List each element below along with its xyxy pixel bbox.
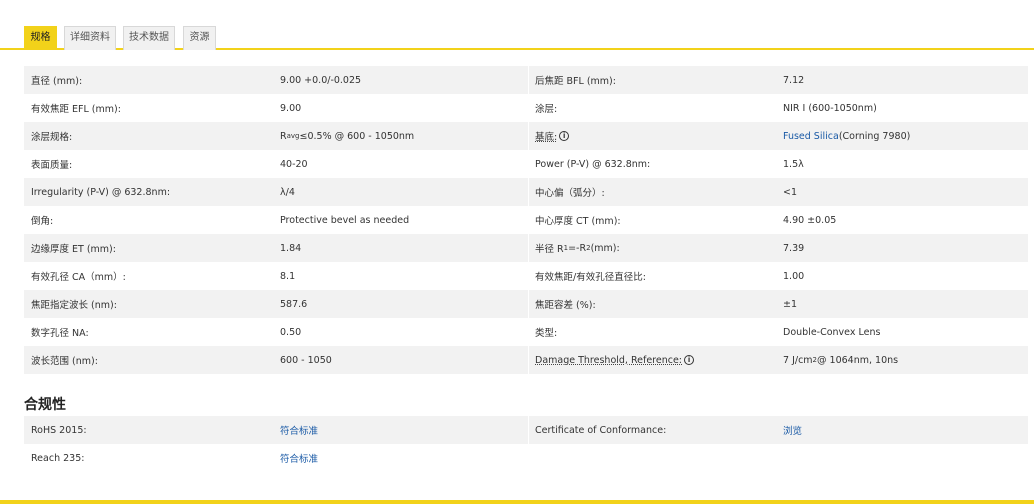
spec-value: <1 (783, 186, 798, 198)
bottom-accent-bar (0, 500, 1034, 504)
table-row: 倒角: Protective bevel as needed 中心厚度 CT (… (24, 206, 1028, 234)
value-part: @ 1064nm, 10ns (817, 354, 899, 366)
compliance-value: 符合标准 (274, 416, 528, 444)
value-subscript: avg (286, 132, 300, 140)
spec-label: 涂层: (528, 94, 777, 122)
spec-label: 直径 (mm): (31, 76, 83, 87)
spec-label: 焦距指定波长 (nm): (31, 300, 117, 311)
table-row: 边缘厚度 ET (mm): 1.84 半径 R 1 =-R 2 (mm): 7.39 (24, 234, 1028, 262)
spec-label: 有效焦距 EFL (mm): (31, 104, 121, 115)
table-row: Irregularity (P-V) @ 632.8nm: λ/4 中心偏（弧分… (24, 178, 1028, 206)
spec-label: 倒角: (31, 216, 54, 227)
spec-label: 边缘厚度 ET (mm): (31, 244, 116, 255)
spec-label: 涂层规格: (31, 132, 73, 143)
substrate-link[interactable]: Fused Silica (783, 131, 839, 142)
specs-table: 直径 (mm): 9.00 +0.0/-0.025 后焦距 BFL (mm): … (24, 66, 1028, 374)
table-row: 数字孔径 NA: 0.50 类型: Double-Convex Lens (24, 318, 1028, 346)
spec-value: 0.50 (280, 326, 302, 338)
value-part: 7 J/cm (783, 354, 813, 366)
spec-label: 类型: (528, 318, 777, 346)
tab-bar: 规格 详细资料 技术数据 资源 (0, 0, 1034, 50)
spec-value: 1.5λ (783, 158, 804, 170)
spec-label: 有效焦距/有效孔径直径比: (528, 262, 777, 290)
value-part: R (280, 130, 287, 142)
compliance-label: Reach 235: (31, 452, 85, 464)
spec-label-text: 基底: (535, 132, 558, 143)
info-icon[interactable]: i (684, 355, 695, 365)
table-row: 有效焦距 EFL (mm): 9.00 涂层: NIR I (600-1050n… (24, 94, 1028, 122)
compliance-value: 浏览 (777, 416, 1028, 444)
table-row: 有效孔径 CA（mm）: 8.1 有效焦距/有效孔径直径比: 1.00 (24, 262, 1028, 290)
table-row: 波长范围 (nm): 600 - 1050 Damage Threshold, … (24, 346, 1028, 374)
tab-details[interactable]: 详细资料 (64, 26, 116, 50)
info-icon[interactable]: i (559, 131, 570, 141)
spec-value: 600 - 1050 (280, 354, 332, 366)
compliance-table: RoHS 2015: 符合标准 Certificate of Conforman… (24, 416, 1028, 472)
spec-label: Power (P-V) @ 632.8nm: (528, 150, 777, 178)
spec-label: 数字孔径 NA: (31, 328, 89, 339)
spec-value: 9.00 (280, 102, 302, 114)
value-part: (Corning 7980) (838, 130, 911, 142)
spec-label: 中心偏（弧分）: (528, 178, 777, 206)
label-part: =-R (568, 242, 587, 254)
tab-resources[interactable]: 资源 (183, 26, 216, 50)
spec-value: 1.00 (783, 270, 805, 282)
label-part: (mm): (590, 242, 620, 254)
spec-label: 焦距容差 (%): (528, 290, 777, 318)
table-row: 焦距指定波长 (nm): 587.6 焦距容差 (%): ±1 (24, 290, 1028, 318)
table-row: Reach 235: 符合标准 (24, 444, 1028, 472)
spec-value: Ravg ≤0.5% @ 600 - 1050nm (274, 122, 528, 150)
spec-label: 有效孔径 CA（mm）: (31, 272, 126, 283)
tab-technical-data[interactable]: 技术数据 (123, 26, 175, 50)
spec-label: 后焦距 BFL (mm): (528, 66, 777, 94)
spec-label: Irregularity (P-V) @ 632.8nm: (31, 186, 171, 198)
spec-value: 7.12 (783, 74, 805, 86)
certificate-view-link[interactable]: 浏览 (783, 423, 802, 437)
compliance-label: RoHS 2015: (31, 424, 87, 436)
spec-label: 波长范围 (nm): (31, 356, 98, 367)
spec-value: 7.39 (783, 242, 805, 254)
spec-label-damage-threshold: Damage Threshold, Reference: i (528, 346, 777, 374)
spec-value: Double-Convex Lens (783, 326, 881, 338)
spec-value: Fused Silica (Corning 7980) (777, 122, 1028, 150)
spec-value: 8.1 (280, 270, 296, 282)
spec-label-text: Damage Threshold, Reference: (535, 354, 683, 366)
spec-value: ±1 (783, 298, 798, 310)
spec-value: 1.84 (280, 242, 302, 254)
spec-value: 40-20 (280, 158, 308, 170)
tab-specifications[interactable]: 规格 (24, 26, 57, 50)
table-row: 直径 (mm): 9.00 +0.0/-0.025 后焦距 BFL (mm): … (24, 66, 1028, 94)
value-part: ≤0.5% @ 600 - 1050nm (299, 130, 415, 142)
spec-label: 中心厚度 CT (mm): (528, 206, 777, 234)
table-row: RoHS 2015: 符合标准 Certificate of Conforman… (24, 416, 1028, 444)
compliance-label: Certificate of Conformance: (528, 416, 777, 444)
spec-label-substrate: 基底: i (528, 122, 777, 150)
table-row: 表面质量: 40-20 Power (P-V) @ 632.8nm: 1.5λ (24, 150, 1028, 178)
spec-value: NIR I (600-1050nm) (783, 102, 877, 114)
spec-label-radius: 半径 R 1 =-R 2 (mm): (528, 234, 777, 262)
compliance-value: 符合标准 (274, 444, 528, 472)
label-part: 半径 R (535, 244, 564, 255)
spec-value: 587.6 (280, 298, 308, 310)
reach-compliant-link[interactable]: 符合标准 (280, 451, 318, 465)
spec-value: λ/4 (280, 186, 295, 198)
spec-label: 表面质量: (31, 160, 73, 171)
spec-value: Protective bevel as needed (280, 214, 410, 226)
spec-value: 4.90 ±0.05 (783, 214, 837, 226)
rohs-compliant-link[interactable]: 符合标准 (280, 423, 318, 437)
spec-value: 9.00 +0.0/-0.025 (280, 74, 362, 86)
table-row: 涂层规格: Ravg ≤0.5% @ 600 - 1050nm 基底: i Fu… (24, 122, 1028, 150)
spec-value: 7 J/cm 2 @ 1064nm, 10ns (777, 346, 1028, 374)
compliance-title: 合规性 (24, 397, 66, 413)
